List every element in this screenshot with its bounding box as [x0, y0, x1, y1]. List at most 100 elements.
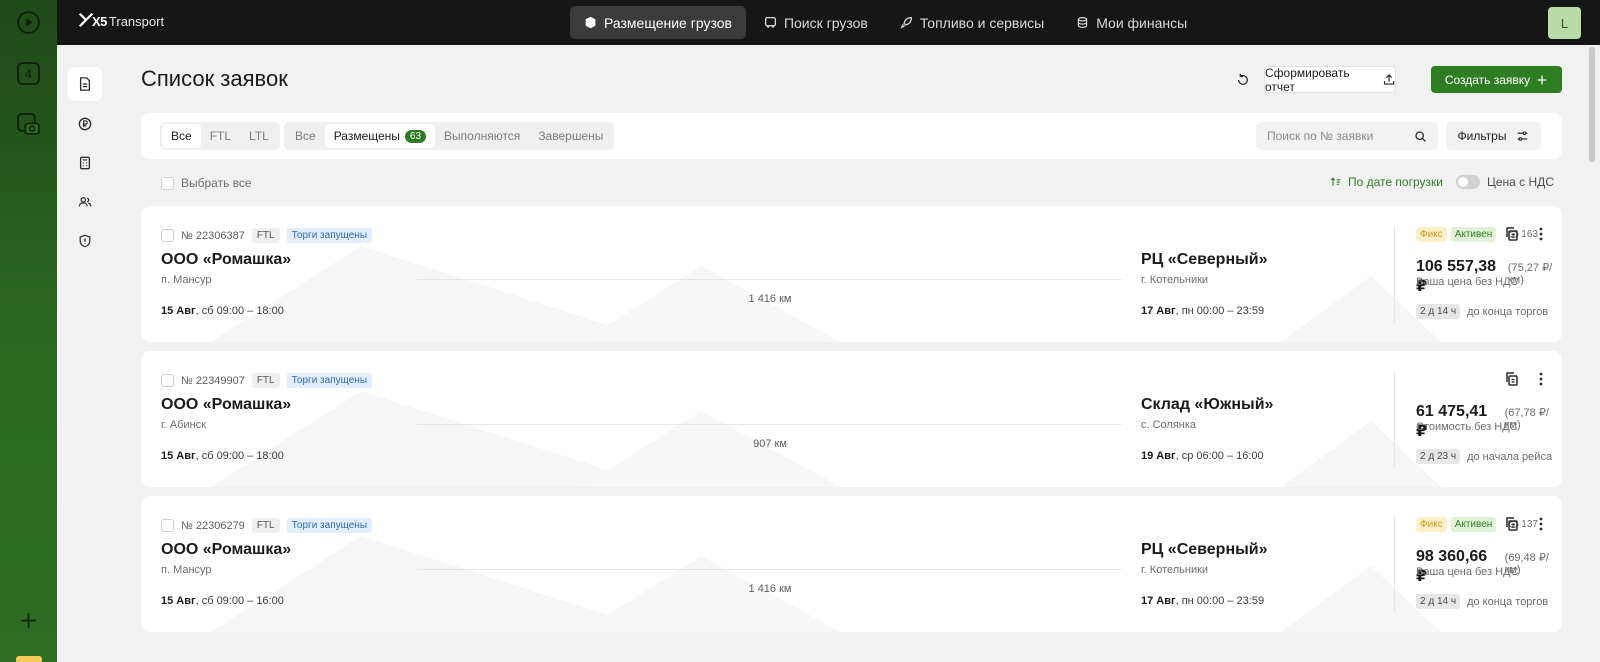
document-icon	[79, 77, 91, 91]
vat-toggle[interactable]: Цена с НДС	[1456, 175, 1554, 189]
sidebar-item-calculator[interactable]	[68, 146, 102, 180]
plus-icon[interactable]	[16, 608, 41, 633]
search-input[interactable]: Поиск по № заявки	[1256, 122, 1438, 150]
create-order-button[interactable]: Создать заявку	[1431, 66, 1562, 93]
order-number: № 22306279	[181, 519, 245, 532]
sidebar-item-payments[interactable]	[68, 107, 102, 141]
order-number: № 22306387	[181, 229, 245, 242]
order-card[interactable]: № 22306387 FTL Торги запущены ООО «Ромаш…	[141, 206, 1562, 342]
card-divider	[1394, 516, 1395, 613]
route-line	[417, 424, 1121, 425]
nav-cargo-search[interactable]: Поиск грузов	[750, 6, 882, 39]
order-card[interactable]: № 22306279 FTL Торги запущены ООО «Ромаш…	[141, 496, 1562, 632]
refresh-button[interactable]	[1233, 70, 1253, 90]
main-nav: Размещение грузов Поиск грузов Топливо и…	[570, 6, 1201, 39]
generate-report-button[interactable]: Сформировать отчет	[1264, 65, 1396, 94]
from-date-time: , сб 09:00 – 18:00	[195, 450, 284, 462]
active-status-badge: Активен	[1450, 227, 1497, 242]
avatar[interactable]: L	[1548, 7, 1581, 39]
count-badge: 63	[404, 129, 427, 143]
card-divider	[1394, 226, 1395, 323]
tab-status-placed[interactable]: Размещены 63	[324, 124, 436, 148]
fix-price-badge: Фикс	[1416, 517, 1447, 532]
nav-label: Поиск грузов	[783, 14, 868, 31]
play-icon[interactable]	[16, 10, 41, 35]
create-button-label: Создать заявку	[1444, 72, 1531, 87]
camera-icon[interactable]	[16, 112, 41, 137]
ruble-icon	[78, 117, 92, 131]
box-icon	[585, 16, 596, 29]
nav-cargo-placement[interactable]: Размещение грузов	[570, 6, 746, 39]
from-date-day: 15 Авг	[161, 450, 196, 462]
tab-type-all[interactable]: Все	[162, 124, 201, 148]
sort-label: По дате погрузки	[1348, 175, 1443, 189]
nav-fuel-services[interactable]: Топливо и сервисы	[886, 6, 1058, 39]
app-logo[interactable]: X5 Transport	[77, 11, 164, 29]
from-date: 15 Авг, сб 09:00 – 18:00	[161, 305, 284, 317]
order-timer: 2 д 23 ч до начала рейса	[1416, 449, 1552, 464]
nav-label: Мои финансы	[1096, 14, 1188, 31]
from-city: г. Абинск	[161, 419, 206, 431]
to-date: 17 Авг, пн 00:00 – 23:59	[1141, 305, 1264, 317]
to-date: 19 Авг, ср 06:00 – 16:00	[1141, 450, 1264, 462]
search-placeholder: Поиск по № заявки	[1267, 129, 1374, 143]
order-timer: 2 д 14 ч до конца торгов	[1416, 304, 1548, 319]
sort-by-loading-date[interactable]: По дате погрузки	[1330, 175, 1443, 189]
scrollbar-thumb[interactable]	[1589, 47, 1595, 162]
select-all[interactable]: Выбрать все	[161, 176, 252, 190]
tab-status-all[interactable]: Все	[286, 124, 325, 148]
shield-icon	[79, 234, 91, 248]
copy-icon[interactable]	[1504, 226, 1520, 242]
more-vertical-icon[interactable]	[1533, 371, 1549, 387]
select-all-checkbox[interactable]	[161, 176, 174, 190]
copy-icon[interactable]	[1504, 371, 1520, 387]
nav-label: Размещение грузов	[604, 14, 732, 31]
wallet-icon	[1078, 17, 1088, 28]
tab-status-in-progress[interactable]: Выполняются	[435, 124, 529, 148]
auction-status-tag: Торги запущены	[286, 228, 373, 243]
logo-mark: X5	[92, 14, 107, 29]
to-date-time: , пн 00:00 – 23:59	[1175, 595, 1265, 607]
order-checkbox[interactable]	[161, 374, 174, 387]
vat-switch[interactable]	[1456, 175, 1480, 189]
tab-status-completed[interactable]: Завершены	[529, 124, 612, 148]
order-type-tag: FTL	[251, 373, 280, 388]
fix-price-badge: Фикс	[1416, 227, 1447, 242]
filters-button-label: Фильтры	[1457, 129, 1507, 143]
more-vertical-icon[interactable]	[1533, 226, 1549, 242]
price-note: Ваша цена без НДС	[1416, 276, 1519, 288]
rocket-icon	[900, 17, 912, 29]
to-city: г. Котельники	[1141, 274, 1209, 286]
from-date-day: 15 Авг	[161, 595, 196, 607]
sidebar-item-users[interactable]	[68, 185, 102, 219]
rail-yellow-tab[interactable]	[16, 656, 42, 662]
route-line	[417, 279, 1121, 280]
more-vertical-icon[interactable]	[1533, 516, 1549, 532]
order-checkbox[interactable]	[161, 519, 174, 532]
to-date-time: , пн 00:00 – 23:59	[1175, 305, 1265, 317]
top-header: X5 Transport Размещение грузов Поиск гру…	[57, 0, 1600, 45]
report-button-label: Сформировать отчет	[1265, 65, 1350, 94]
timer-value: 2 д 14 ч	[1416, 594, 1461, 609]
calculator-icon	[79, 156, 91, 170]
order-number: № 22349907	[181, 374, 245, 387]
tab-type-ftl[interactable]: FTL	[201, 124, 240, 148]
nav-my-finances[interactable]: Мои финансы	[1062, 6, 1201, 39]
sidebar-item-security[interactable]	[68, 224, 102, 258]
from-company: ООО «Ромашка»	[161, 396, 292, 413]
to-company: Склад «Южный»	[1141, 396, 1274, 413]
number-four-icon[interactable]: 4	[16, 61, 41, 86]
order-checkbox[interactable]	[161, 229, 174, 242]
sidebar-item-orders[interactable]	[68, 67, 102, 101]
refresh-icon	[1237, 73, 1249, 86]
order-type-tag: FTL	[251, 518, 280, 533]
copy-icon[interactable]	[1504, 516, 1520, 532]
price-note: Ваша цена без НДС	[1416, 566, 1519, 578]
tab-type-ltl[interactable]: LTL	[240, 124, 278, 148]
from-company: ООО «Ромашка»	[161, 541, 292, 558]
scrollbar[interactable]	[1588, 45, 1596, 662]
order-card[interactable]: № 22349907 FTL Торги запущены ООО «Ромаш…	[141, 351, 1562, 487]
nav-label: Топливо и сервисы	[919, 14, 1045, 31]
filters-button[interactable]: Фильтры	[1446, 122, 1541, 150]
type-tabs: Все FTL LTL	[160, 122, 280, 150]
